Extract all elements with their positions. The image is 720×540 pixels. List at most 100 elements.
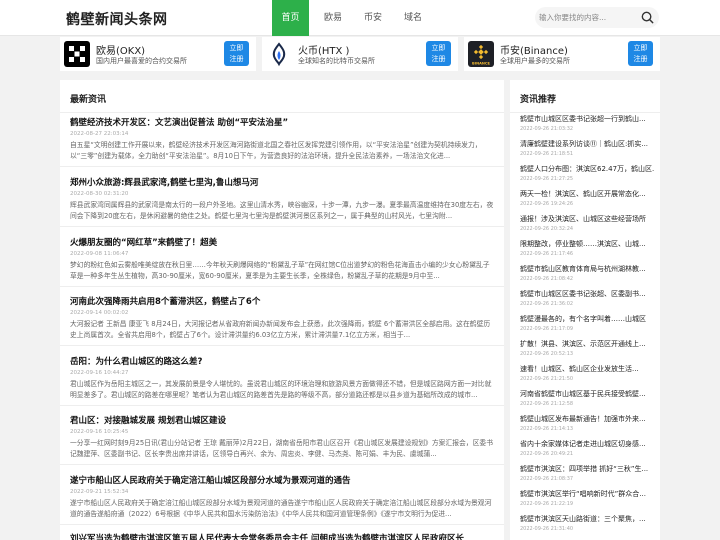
news-title[interactable]: 岳阳：为什么君山城区的路这么差? bbox=[70, 355, 494, 367]
recommend-date: 2022-09-26 20:49:21 bbox=[520, 451, 574, 457]
register-button-htx[interactable]: 立即 注册 bbox=[426, 41, 451, 66]
recommend-date: 2022-09-26 21:08:42 bbox=[520, 276, 574, 282]
nav-home[interactable]: 首页 bbox=[272, 0, 309, 36]
exchange-card-okx: 欧易(OKX) 国内用户最喜爱的合约交易所 立即 注册 bbox=[60, 37, 256, 71]
section-title: 最新资讯 bbox=[70, 95, 107, 105]
news-item: 刘兴军当选为鹤壁市淇滨区第五届人民代表大会常务委员会主任 闫朝成当选为鹤壁市淇滨… bbox=[70, 532, 494, 540]
news-title[interactable]: 君山区：对接融城发展 规划君山城区建设 bbox=[70, 414, 494, 426]
news-title[interactable]: 遂宁市船山区人民政府关于确定涪江船山城区段部分水域为景观河道的通告 bbox=[70, 474, 494, 486]
section-title: 资讯推荐 bbox=[520, 95, 557, 105]
recommend-item: 通报！涉及淇滨区、山城区这些经营场所 2022-09-26 20:32:24 bbox=[520, 214, 654, 232]
exchange-desc: 全球用户最多的交易所 bbox=[500, 57, 570, 65]
recommend-item: 鹤壁市淇滨区举行“唱响新时代”群众合... 2022-09-26 21:22:1… bbox=[520, 489, 654, 507]
news-item: 火爆朋友圈的“网红草”来鹤壁了！超美 2022-09-08 11:06:47 梦… bbox=[70, 236, 494, 281]
recommend-item: 限期整改，停业整顿……淇滨区、山城... 2022-09-26 21:17:46 bbox=[520, 239, 654, 257]
recommend-item: 两天一检！淇滨区、鹤山区开展常态化... 2022-09-26 19:24:26 bbox=[520, 189, 654, 207]
news-title[interactable]: 刘兴军当选为鹤壁市淇滨区第五届人民代表大会常务委员会主任 闫朝成当选为鹤壁市淇滨… bbox=[70, 532, 494, 540]
recommend-title[interactable]: 鹤壁市山城区区委书记张超一行到鹤山... bbox=[520, 114, 654, 124]
recommend-date: 2022-09-26 21:17:46 bbox=[520, 251, 574, 257]
news-title[interactable]: 郑州小众旅游:辉县武家湾,鹤壁七里沟,鲁山想马河 bbox=[70, 176, 494, 188]
recommend-title[interactable]: 鹤壁市淇滨区举行“唱响新时代”群众合... bbox=[520, 489, 654, 499]
recommend-date: 2022-09-26 21:12:58 bbox=[520, 401, 574, 407]
register-button-okx[interactable]: 立即 注册 bbox=[224, 41, 249, 66]
recommend-date: 2022-09-26 21:36:02 bbox=[520, 301, 574, 307]
news-title[interactable]: 鹤壁经济技术开发区：文艺演出促普法 助创“平安法治星” bbox=[70, 116, 494, 128]
divider bbox=[60, 226, 504, 227]
recommend-title[interactable]: 鹤壁市山城区区委书记张超、区委副书... bbox=[520, 289, 654, 299]
news-summary: 遂宁市船山区人民政府关于确定涪江船山城区段部分水域为景观河道的通告遂宁市船山区人… bbox=[70, 499, 492, 518]
exchange-name: 币安(Binance) bbox=[500, 46, 568, 57]
recommend-title[interactable]: 河南省鹤壁市山城区基于民兵接受鹤壁... bbox=[520, 389, 654, 399]
news-date: 2022-08-27 22:03:14 bbox=[70, 131, 129, 137]
recommend-title[interactable]: 鹤壁市鹤山区教育体育局与杭州湖林教... bbox=[520, 264, 654, 274]
divider bbox=[60, 464, 504, 465]
htx-logo bbox=[266, 41, 292, 67]
recommend-title[interactable]: 省内十余家媒体记者走进山城区切身感... bbox=[520, 439, 654, 449]
news-item: 遂宁市船山区人民政府关于确定涪江船山城区段部分水域为景观河道的通告 2022-0… bbox=[70, 474, 494, 519]
divider bbox=[60, 524, 504, 525]
recommend-date: 2022-09-26 21:03:32 bbox=[520, 126, 574, 132]
news-summary: 自五星“文明创建工作开展以来，鹤壁经济技术开发区海河路街道北国之春社区发挥党建引… bbox=[70, 141, 482, 160]
nav-domain[interactable]: 域名 bbox=[393, 0, 433, 36]
recommend-title[interactable]: 两天一检！淇滨区、鹤山区开展常态化... bbox=[520, 189, 654, 199]
recommend-item: 扩散！淇县、淇滨区、示范区开通线上... 2022-09-26 20:52:13 bbox=[520, 339, 654, 357]
recommend-date: 2022-09-26 21:22:19 bbox=[520, 501, 574, 507]
recommend-title[interactable]: 鹤壁漫最各的，有个名字叫着……山城区 bbox=[520, 314, 654, 324]
news-date: 2022-09-14 00:02:02 bbox=[70, 310, 129, 316]
recommend-date: 2022-09-26 21:14:13 bbox=[520, 426, 574, 432]
news-title[interactable]: 火爆朋友圈的“网红草”来鹤壁了！超美 bbox=[70, 236, 494, 248]
nav-okx[interactable]: 欧易 bbox=[313, 0, 353, 36]
news-panel: 最新资讯 鹤壁经济技术开发区：文艺演出促普法 助创“平安法治星” 2022-08… bbox=[60, 80, 504, 540]
divider bbox=[60, 405, 504, 406]
exchange-desc: 国内用户最喜爱的合约交易所 bbox=[96, 57, 187, 65]
recommend-title[interactable]: 通报！涉及淇滨区、山城区这些经营场所 bbox=[520, 214, 654, 224]
recommend-title[interactable]: 清廉鹤壁建设系列访谈⑪｜鹤山区:抓实... bbox=[520, 139, 654, 149]
divider bbox=[60, 345, 504, 346]
recommend-item: 清廉鹤壁建设系列访谈⑪｜鹤山区:抓实... 2022-09-26 21:18:5… bbox=[520, 139, 654, 157]
search-input[interactable] bbox=[539, 10, 639, 25]
news-summary: 大河报记者 王新昌 康亚飞 8月24日，大河报记者从省政府新闻办新闻发布会上获悉… bbox=[70, 320, 491, 339]
recommend-title[interactable]: 鹤壁人口分布图：淇滨区62.47万，鹤山区... bbox=[520, 164, 654, 174]
exchange-name: 火币(HTX ) bbox=[298, 46, 350, 57]
recommend-title[interactable]: 扩散！淇县、淇滨区、示范区开通线上... bbox=[520, 339, 654, 349]
exchange-desc: 全球知名的比特币交易所 bbox=[298, 57, 375, 65]
search-icon[interactable] bbox=[640, 10, 655, 25]
news-item: 君山区：对接融城发展 规划君山城区建设 2022-09-16 10:25:45 … bbox=[70, 414, 494, 459]
recommend-date: 2022-09-26 20:32:24 bbox=[520, 226, 574, 232]
news-item: 河南此次强降雨共启用8个蓄滞洪区，鹤壁占了6个 2022-09-14 00:02… bbox=[70, 295, 494, 340]
recommend-title[interactable]: 鹤壁市淇滨区：四项举措 抓好“三秋”生... bbox=[520, 464, 654, 474]
recommend-date: 2022-09-26 21:17:09 bbox=[520, 326, 574, 332]
news-title[interactable]: 河南此次强降雨共启用8个蓄滞洪区，鹤壁占了6个 bbox=[70, 295, 494, 307]
news-item: 岳阳：为什么君山城区的路这么差? 2022-09-16 10:44:27 君山城… bbox=[70, 355, 494, 400]
recommend-title[interactable]: 速看！山城区、鹤山区企业发放生活... bbox=[520, 364, 654, 374]
recommend-title[interactable]: 鹤壁山城区发布最新通告！加强市外来... bbox=[520, 414, 654, 424]
recommend-item: 鹤壁山城区发布最新通告！加强市外来... 2022-09-26 21:14:13 bbox=[520, 414, 654, 432]
news-summary: 辉县武家湾同属辉县的武家湾是南太行的一段户外圣地。这里山清水秀，峡谷幽深，十步一… bbox=[70, 201, 494, 220]
recommend-title[interactable]: 限期整改，停业整顿……淇滨区、山城... bbox=[520, 239, 654, 249]
binance-logo: BINANCE bbox=[468, 41, 494, 67]
recommend-item: 鹤壁市淇滨区天山路街道：三个聚焦，... 2022-09-26 21:31:40 bbox=[520, 514, 654, 532]
news-summary: 一分享一红网时刻9月25日讯(君山分站记者 王琼 戴丽萍)2月22日，湖南省岳阳… bbox=[70, 439, 493, 458]
site-logo[interactable]: 鹤壁新闻头条网 bbox=[66, 9, 168, 29]
news-date: 2022-09-08 11:06:47 bbox=[70, 251, 129, 257]
recommend-item: 鹤壁人口分布图：淇滨区62.47万，鹤山区... 2022-09-26 21:2… bbox=[520, 164, 654, 182]
main-nav: 首页 欧易 币安 域名 bbox=[272, 0, 433, 36]
register-button-binance[interactable]: 立即 注册 bbox=[628, 41, 653, 66]
news-summary: 梦幻的粉红色如云雾般唯美绽放在秋日里……今年秋天刷爆网络的“粉黛乱子草”在网红馆… bbox=[70, 261, 490, 280]
recommend-title[interactable]: 鹤壁市淇滨区天山路街道：三个聚焦，... bbox=[520, 514, 654, 524]
recommend-panel: 资讯推荐 鹤壁市山城区区委书记张超一行到鹤山... 2022-09-26 21:… bbox=[510, 80, 660, 540]
divider bbox=[60, 112, 504, 113]
svg-text:BINANCE: BINANCE bbox=[472, 62, 491, 66]
divider bbox=[60, 166, 504, 167]
recommend-date: 2022-09-26 20:52:13 bbox=[520, 351, 574, 357]
recommend-item: 鹤壁市鹤山区教育体育局与杭州湖林教... 2022-09-26 21:08:42 bbox=[520, 264, 654, 282]
recommend-date: 2022-09-26 21:21:50 bbox=[520, 376, 574, 382]
search-box bbox=[535, 7, 659, 28]
exchange-card-binance: BINANCE 币安(Binance) 全球用户最多的交易所 立即 注册 bbox=[464, 37, 660, 71]
nav-binance[interactable]: 币安 bbox=[353, 0, 393, 36]
recommend-date: 2022-09-26 21:08:37 bbox=[520, 476, 574, 482]
recommend-date: 2022-09-26 19:24:26 bbox=[520, 201, 574, 207]
recommend-item: 鹤壁市山城区区委书记张超一行到鹤山... 2022-09-26 21:03:32 bbox=[520, 114, 654, 132]
news-date: 2022-09-16 10:44:27 bbox=[70, 370, 129, 376]
exchange-name: 欧易(OKX) bbox=[96, 46, 146, 57]
